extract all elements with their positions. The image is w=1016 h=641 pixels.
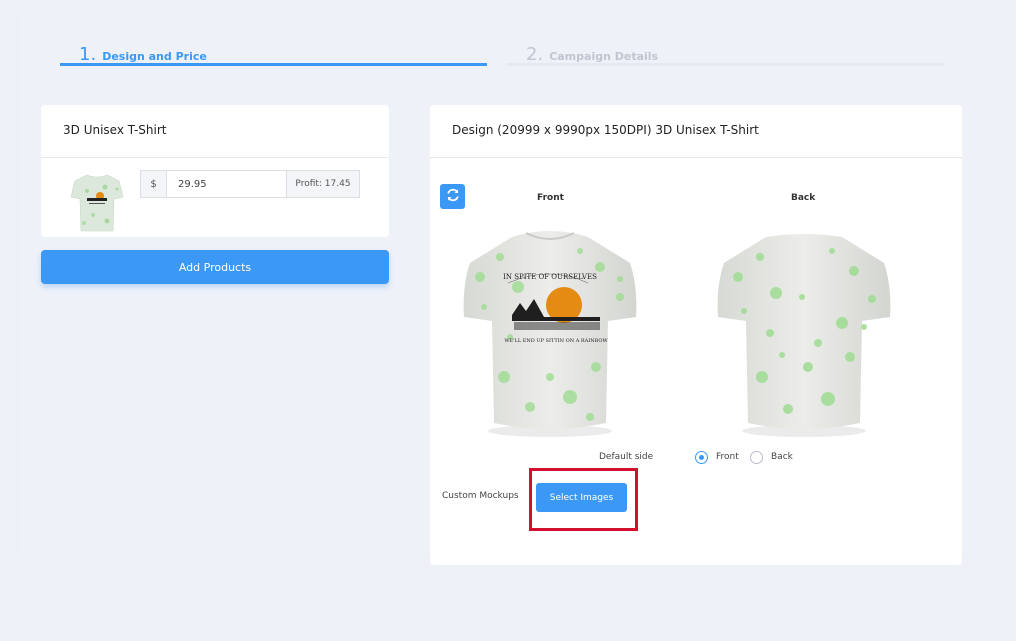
custom-mockups-label: Custom Mockups (442, 491, 519, 501)
step-progress-inactive (507, 63, 944, 66)
currency-prefix: $ (140, 170, 167, 198)
add-products-button[interactable]: Add Products (41, 250, 389, 284)
step-label: Design and Price (102, 50, 207, 63)
divider (41, 157, 389, 158)
back-mockup (714, 227, 894, 439)
price-input[interactable] (167, 170, 287, 198)
front-label: Front (537, 193, 564, 203)
step-progress-active (60, 63, 487, 66)
step-campaign-details[interactable]: 2. Campaign Details (526, 44, 658, 65)
refresh-icon (445, 187, 461, 207)
step-number: 1. (79, 44, 97, 65)
step-number: 2. (526, 44, 544, 65)
product-title: 3D Unisex T-Shirt (63, 123, 167, 137)
profit-label: Profit: 17.45 (287, 170, 360, 198)
step-design-and-price[interactable]: 1. Design and Price (79, 44, 207, 65)
radio-front-label: Front (716, 452, 739, 462)
print-bottom-text: WE'LL END UP SITTIN ON A RAINBOW (504, 338, 608, 344)
print-top-text: IN SPITE OF OURSELVES (503, 273, 597, 281)
back-label: Back (791, 193, 816, 203)
radio-back-label: Back (771, 452, 793, 462)
product-card: 3D Unisex T-Shirt $ Profit: 17.45 (41, 105, 389, 237)
highlight-box (529, 468, 638, 531)
radio-default-front[interactable] (695, 451, 708, 464)
step-label: Campaign Details (549, 50, 659, 63)
design-title: Design (20999 x 9990px 150DPI) 3D Unisex… (452, 123, 759, 137)
radio-default-back[interactable] (750, 451, 763, 464)
default-side-label: Default side (599, 452, 654, 462)
product-thumbnail (67, 171, 127, 233)
refresh-button[interactable] (440, 184, 465, 209)
divider (430, 157, 962, 158)
design-card: Design (20999 x 9990px 150DPI) 3D Unisex… (430, 105, 962, 565)
price-input-group: $ Profit: 17.45 (140, 170, 360, 198)
front-mockup: IN SPITE OF OURSELVES WE'LL END UP SITTI… (460, 227, 640, 439)
